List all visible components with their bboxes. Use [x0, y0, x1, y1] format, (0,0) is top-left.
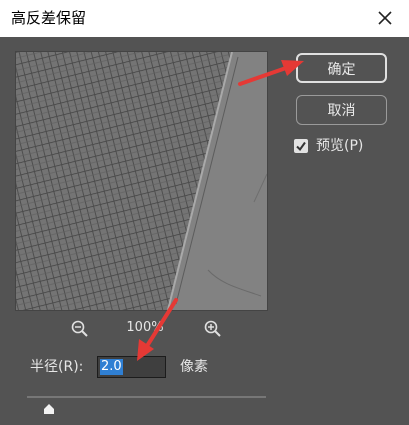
slider-thumb-icon — [44, 404, 54, 414]
zoom-in-icon — [204, 320, 221, 337]
zoom-out-icon — [71, 320, 88, 337]
radius-input[interactable]: 2.0 — [97, 356, 166, 378]
preview-label: 预览(P) — [316, 138, 364, 154]
zoom-level: 100% — [126, 320, 164, 335]
preview-checkbox[interactable] — [294, 139, 308, 153]
cancel-button[interactable]: 取消 — [296, 95, 387, 125]
unit-label: 像素 — [180, 359, 208, 375]
radius-value: 2.0 — [100, 359, 123, 375]
zoom-in-button[interactable] — [203, 319, 223, 339]
high-pass-dialog: 高反差保留 100% 确定 取消 预览(P) 半径(R): 2.0 像素 — [0, 0, 409, 425]
radius-label: 半径(R): — [30, 359, 84, 375]
close-icon — [378, 11, 392, 25]
preview-image[interactable] — [15, 51, 268, 311]
close-button[interactable] — [368, 2, 402, 34]
radius-slider-thumb[interactable] — [43, 400, 55, 414]
checkmark-icon — [296, 141, 306, 152]
title-bar: 高反差保留 — [0, 0, 409, 37]
dialog-title: 高反差保留 — [11, 9, 87, 27]
radius-slider-track[interactable] — [27, 396, 266, 398]
zoom-out-button[interactable] — [70, 319, 90, 339]
ok-button[interactable]: 确定 — [296, 53, 387, 83]
